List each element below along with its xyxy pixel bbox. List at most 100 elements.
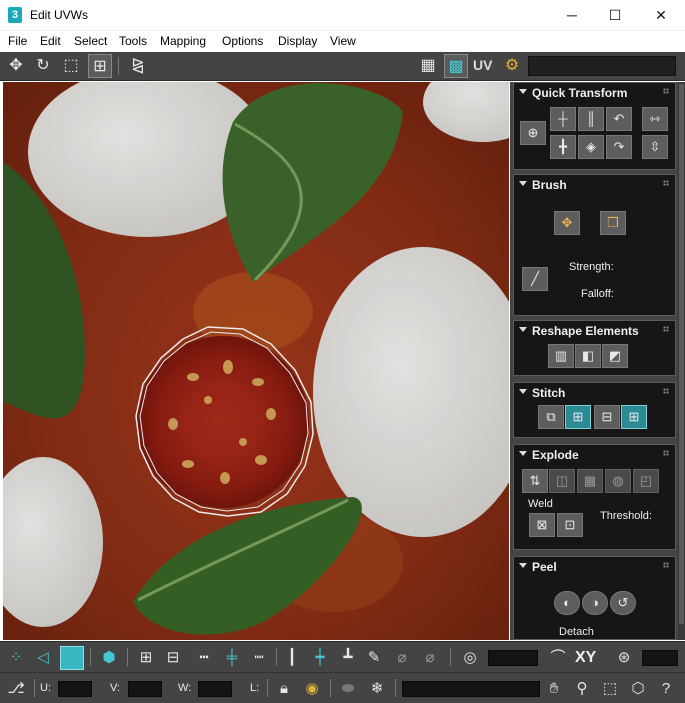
scale-icon[interactable]: ⬚ <box>59 54 83 78</box>
uv-viewport[interactable] <box>3 82 509 640</box>
paint-move-icon[interactable]: ✥ <box>554 211 580 235</box>
collapse-arrow-icon[interactable] <box>519 563 527 568</box>
axis-value-field[interactable] <box>642 650 678 666</box>
v-field[interactable] <box>128 681 162 697</box>
shrink-select-icon[interactable]: ⊟ <box>161 646 185 670</box>
straighten-icon[interactable]: ▥ <box>548 344 574 368</box>
scrollbar-thumb[interactable] <box>679 84 684 624</box>
break-icon[interactable]: ⇅ <box>522 469 548 493</box>
falloff-radius-icon[interactable]: ◎ <box>458 646 482 670</box>
quick-peel-icon[interactable]: ◐ <box>554 591 580 615</box>
menu-tools[interactable]: Tools <box>119 34 147 48</box>
collapse-arrow-icon[interactable] <box>519 327 527 332</box>
grip-icon[interactable] <box>663 388 669 394</box>
pan-icon[interactable]: ✋︎ <box>542 677 566 701</box>
stitch-custom-icon[interactable]: ⧉ <box>538 405 564 429</box>
u-field[interactable] <box>58 681 92 697</box>
ring-shrink-icon[interactable]: ┃ <box>280 646 304 670</box>
align-horizontal-icon[interactable]: ┼ <box>550 107 576 131</box>
falloff-curve-icon[interactable]: ╱ <box>522 267 548 291</box>
weld-selected-icon[interactable]: ⊠ <box>529 513 555 537</box>
space-vertical-icon[interactable]: ⇳ <box>642 135 668 159</box>
ring-icon[interactable]: ┉ <box>247 646 271 670</box>
collapse-arrow-icon[interactable] <box>519 181 527 186</box>
grip-icon[interactable] <box>663 88 669 94</box>
ring-grow-icon[interactable]: ┿ <box>308 646 332 670</box>
xy-axis-toggle[interactable]: XY <box>575 649 596 667</box>
zoom-extents-icon[interactable]: ⬡ <box>626 677 650 701</box>
checker-pattern-icon[interactable]: ▦ <box>416 54 440 78</box>
element-select-icon[interactable]: ⬢ <box>97 646 121 670</box>
stitch-average-icon[interactable]: ⊟ <box>594 405 620 429</box>
grip-icon[interactable] <box>663 180 669 186</box>
explode-by-seam-icon[interactable]: ◰ <box>633 469 659 493</box>
vertex-select-icon[interactable]: ⁘ <box>4 646 28 670</box>
loop-grow-icon[interactable]: ╪ <box>220 646 244 670</box>
menu-edit[interactable]: Edit <box>40 34 61 48</box>
filter-field[interactable] <box>402 681 540 697</box>
grow-select-icon[interactable]: ⊞ <box>134 646 158 670</box>
edge-select-icon[interactable]: ◁ <box>31 646 55 670</box>
uv-toggle[interactable]: UV <box>473 57 492 73</box>
collapse-arrow-icon[interactable] <box>519 389 527 394</box>
face-select-icon[interactable] <box>60 646 84 670</box>
help-icon[interactable]: ? <box>654 677 678 701</box>
minimize-button[interactable]: ─ <box>549 0 595 30</box>
ring-loop-icon[interactable]: ┻ <box>336 646 360 670</box>
align-diamond-icon[interactable]: ◈ <box>578 135 604 159</box>
rollout-title[interactable]: Quick Transform <box>532 86 627 100</box>
menu-view[interactable]: View <box>330 34 356 48</box>
lock-icon[interactable]: 🔒︎ <box>272 677 296 701</box>
explode-by-material-icon[interactable]: ▦ <box>577 469 603 493</box>
rotate-icon[interactable]: ↻ <box>31 54 55 78</box>
menu-mapping[interactable]: Mapping <box>160 34 206 48</box>
texture-dropdown[interactable] <box>528 56 676 76</box>
hide-icon[interactable]: ◉ <box>300 677 324 701</box>
show-icon[interactable]: ⬬ <box>336 677 360 701</box>
soft-select-paint-icon[interactable]: ⌀ <box>418 646 442 670</box>
freeform-icon[interactable]: ⊞ <box>88 54 112 78</box>
soft-select-icon[interactable]: ⌀ <box>390 646 414 670</box>
weld-all-icon[interactable]: ⊡ <box>557 513 583 537</box>
pivot-icon[interactable]: ⊕ <box>520 121 546 145</box>
settings-map-icon[interactable]: ⚙ <box>500 54 524 78</box>
panel-scrollbar[interactable] <box>678 82 685 640</box>
rollout-title[interactable]: Explode <box>532 448 579 462</box>
collapse-arrow-icon[interactable] <box>519 451 527 456</box>
align-center-icon[interactable]: ╋ <box>550 135 576 159</box>
peel-mode-icon[interactable]: ◑ <box>582 591 608 615</box>
rollout-title[interactable]: Reshape Elements <box>532 324 639 338</box>
freeze-icon[interactable]: ❄ <box>365 677 389 701</box>
rotate-ccw-icon[interactable]: ↶ <box>606 107 632 131</box>
xy-axis-icon[interactable]: ⊛ <box>612 646 636 670</box>
reset-peel-icon[interactable]: ↺ <box>610 591 636 615</box>
collapse-arrow-icon[interactable] <box>519 89 527 94</box>
menu-select[interactable]: Select <box>74 34 107 48</box>
relax-icon[interactable]: ◧ <box>575 344 601 368</box>
explode-by-smoothing-icon[interactable]: ◫ <box>549 469 575 493</box>
align-vertical-icon[interactable]: ║ <box>578 107 604 131</box>
explode-by-polygon-icon[interactable]: ◍ <box>605 469 631 493</box>
relax-brush-icon[interactable]: ❒ <box>600 211 626 235</box>
menu-display[interactable]: Display <box>278 34 317 48</box>
rollout-title[interactable]: Peel <box>532 560 557 574</box>
mirror-icon[interactable]: ⧎ <box>126 54 150 78</box>
rotate-uv-icon[interactable]: ⌒ <box>546 646 570 670</box>
falloff-field[interactable] <box>488 650 538 666</box>
maximize-button[interactable]: ☐ <box>592 0 638 30</box>
rollout-title[interactable]: Brush <box>532 178 567 192</box>
zoom-icon[interactable]: ⚲ <box>570 677 594 701</box>
checker-map-icon[interactable]: ▩ <box>444 54 468 78</box>
absolute-offset-icon[interactable]: ⎇ <box>4 677 28 701</box>
rotate-cw-icon[interactable]: ↷ <box>606 135 632 159</box>
zoom-region-icon[interactable]: ⬚ <box>598 677 622 701</box>
grip-icon[interactable] <box>663 562 669 568</box>
menu-file[interactable]: File <box>8 34 27 48</box>
relax-settings-icon[interactable]: ◩ <box>602 344 628 368</box>
w-field[interactable] <box>198 681 232 697</box>
stitch-to-target-icon[interactable]: ⊞ <box>621 405 647 429</box>
space-horizontal-icon[interactable]: ⇿ <box>642 107 668 131</box>
move-icon[interactable]: ✥ <box>4 54 28 78</box>
paint-select-icon[interactable]: ✎ <box>362 646 386 670</box>
grip-icon[interactable] <box>663 450 669 456</box>
